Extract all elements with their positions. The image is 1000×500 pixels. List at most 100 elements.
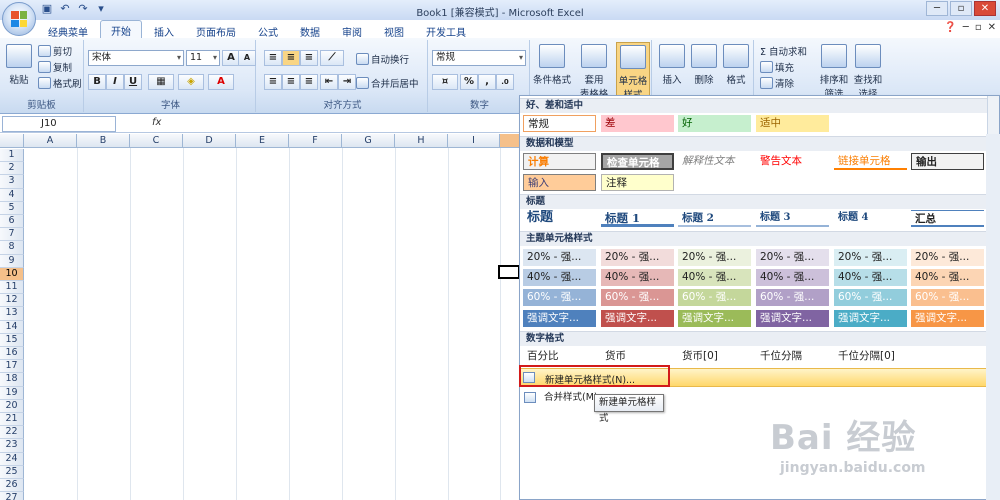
row-header[interactable]: 21 (0, 413, 24, 427)
delete-cells-button[interactable]: 删除 (690, 44, 718, 86)
comma-button[interactable]: , (478, 74, 496, 90)
style-heading-1[interactable]: 标题 1 (601, 210, 674, 227)
row-header[interactable]: 8 (0, 241, 24, 255)
borders-icon[interactable]: ▦ (148, 74, 174, 90)
active-cell-j10[interactable] (498, 265, 520, 279)
style-accent4[interactable]: 强调文字... (756, 310, 829, 327)
style-title[interactable]: 标题 (523, 210, 596, 227)
font-color-icon[interactable]: A (208, 74, 234, 90)
column-header-g[interactable]: G (342, 134, 395, 148)
style-40-accent1[interactable]: 40% - 强... (523, 269, 596, 286)
style-neutral[interactable]: 适中 (756, 115, 829, 132)
merge-center-button[interactable]: 合并后居中 (356, 76, 419, 90)
row-header[interactable]: 1 (0, 149, 24, 163)
bold-button[interactable]: B (88, 74, 106, 90)
row-header[interactable]: 25 (0, 465, 24, 479)
row-header[interactable]: 13 (0, 307, 24, 321)
style-percent[interactable]: 百分比 (523, 348, 596, 365)
fill-button[interactable]: 填充 (760, 60, 794, 74)
shrink-font-button[interactable]: A (238, 50, 256, 66)
fill-color-icon[interactable]: ◈ (178, 74, 204, 90)
style-40-accent2[interactable]: 40% - 强... (601, 269, 674, 286)
style-accent6[interactable]: 强调文字... (911, 310, 984, 327)
ribbon-minimize-icon[interactable]: ─ (963, 22, 969, 33)
style-40-accent3[interactable]: 40% - 强... (678, 269, 751, 286)
row-header[interactable]: 27 (0, 492, 24, 500)
row-header[interactable]: 20 (0, 399, 24, 413)
style-explanatory[interactable]: 解释性文本 (678, 153, 751, 170)
style-40-accent5[interactable]: 40% - 强... (834, 269, 907, 286)
align-left-icon[interactable]: ≡ (264, 74, 282, 90)
name-box[interactable]: J10 (2, 116, 116, 132)
merge-styles-menu-item[interactable]: 合并样式(M)... (520, 388, 988, 408)
style-currency-0[interactable]: 货币[0] (678, 348, 751, 365)
row-header[interactable]: 6 (0, 215, 24, 229)
style-comma-0[interactable]: 千位分隔[0] (834, 348, 907, 365)
decrease-indent-icon[interactable]: ⇤ (320, 74, 338, 90)
align-bottom-icon[interactable]: ≡ (300, 50, 318, 66)
find-select-button[interactable]: 查找和 选择 (852, 44, 884, 100)
style-bad[interactable]: 差 (601, 115, 674, 132)
font-name-select[interactable]: 宋体 (88, 50, 184, 66)
align-middle-icon[interactable]: ≡ (282, 50, 300, 66)
office-button[interactable] (2, 2, 36, 36)
style-60-accent2[interactable]: 60% - 强... (601, 289, 674, 306)
row-header[interactable]: 7 (0, 228, 24, 242)
cut-button[interactable]: 剪切 (38, 44, 72, 58)
row-header[interactable]: 22 (0, 426, 24, 440)
autosum-button[interactable]: Σ 自动求和 (760, 44, 807, 58)
style-40-accent6[interactable]: 40% - 强... (911, 269, 984, 286)
style-comma[interactable]: 千位分隔 (756, 348, 829, 365)
clear-button[interactable]: 清除 (760, 76, 794, 90)
column-header-a[interactable]: A (24, 134, 77, 148)
format-painter-button[interactable]: 格式刷 (38, 76, 82, 90)
row-header[interactable]: 14 (0, 320, 24, 334)
orientation-icon[interactable]: ⟋ (320, 50, 344, 66)
style-good[interactable]: 好 (678, 115, 751, 132)
column-header-c[interactable]: C (130, 134, 183, 148)
style-60-accent4[interactable]: 60% - 强... (756, 289, 829, 306)
tab-review[interactable]: 审阅 (332, 22, 372, 39)
tab-insert[interactable]: 插入 (144, 22, 184, 39)
style-linked-cell[interactable]: 链接单元格 (834, 153, 907, 170)
italic-button[interactable]: I (106, 74, 124, 90)
style-heading-4[interactable]: 标题 4 (834, 210, 907, 227)
style-20-accent6[interactable]: 20% - 强... (911, 249, 984, 266)
tab-data[interactable]: 数据 (290, 22, 330, 39)
style-heading-2[interactable]: 标题 2 (678, 210, 751, 227)
style-normal[interactable]: 常规 (523, 115, 596, 132)
underline-button[interactable]: U (124, 74, 142, 90)
row-header[interactable]: 24 (0, 452, 24, 466)
style-accent5[interactable]: 强调文字... (834, 310, 907, 327)
worksheet-grid[interactable]: A B C D E F G H I 1 2 3 4 5 6 7 8 9 10 1… (0, 134, 520, 500)
restore-button[interactable]: ▫ (950, 1, 972, 16)
tab-page-layout[interactable]: 页面布局 (186, 22, 246, 39)
style-20-accent3[interactable]: 20% - 强... (678, 249, 751, 266)
increase-indent-icon[interactable]: ⇥ (338, 74, 356, 90)
style-input[interactable]: 输入 (523, 174, 596, 191)
format-cells-button[interactable]: 格式 (722, 44, 750, 86)
fx-icon[interactable]: fx (152, 117, 161, 128)
ribbon-restore-icon[interactable]: ▫ (975, 22, 982, 33)
style-accent3[interactable]: 强调文字... (678, 310, 751, 327)
minimize-button[interactable]: ─ (926, 1, 948, 16)
style-40-accent4[interactable]: 40% - 强... (756, 269, 829, 286)
tab-home[interactable]: 开始 (100, 20, 142, 38)
style-20-accent2[interactable]: 20% - 强... (601, 249, 674, 266)
row-header[interactable]: 9 (0, 254, 24, 268)
tab-formulas[interactable]: 公式 (248, 22, 288, 39)
style-60-accent1[interactable]: 60% - 强... (523, 289, 596, 306)
row-header[interactable]: 15 (0, 333, 24, 347)
column-header-e[interactable]: E (236, 134, 289, 148)
close-button[interactable]: ✕ (974, 1, 996, 16)
tab-developer[interactable]: 开发工具 (416, 22, 476, 39)
conditional-format-button[interactable]: 条件格式 (533, 44, 571, 86)
style-accent1[interactable]: 强调文字... (523, 310, 596, 327)
font-size-select[interactable]: 11 (186, 50, 220, 66)
style-total[interactable]: 汇总 (911, 210, 984, 227)
sort-filter-button[interactable]: 排序和 筛选 (818, 44, 850, 100)
style-60-accent3[interactable]: 60% - 强... (678, 289, 751, 306)
row-header[interactable]: 11 (0, 281, 24, 295)
style-accent2[interactable]: 强调文字... (601, 310, 674, 327)
number-format-select[interactable]: 常规 (432, 50, 526, 66)
